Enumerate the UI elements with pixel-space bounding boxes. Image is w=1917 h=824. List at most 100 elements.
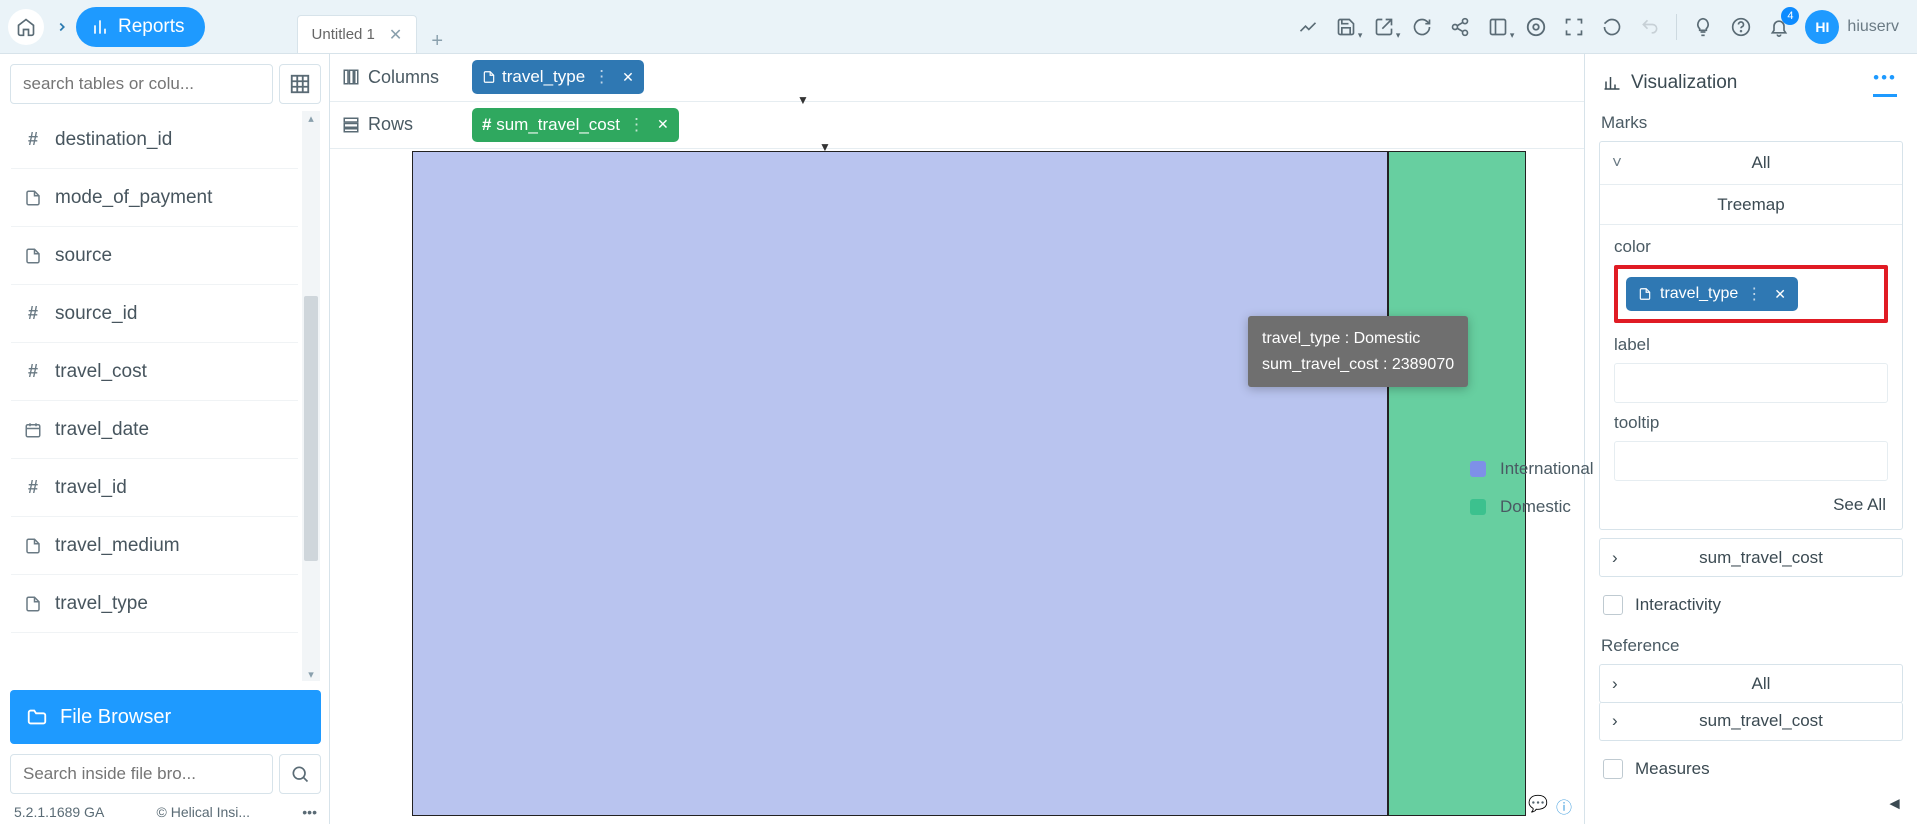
help-button[interactable] (1723, 9, 1759, 45)
line-chart-icon (1298, 17, 1318, 37)
chart-tooltip: travel_type : Domestic sum_travel_cost :… (1248, 316, 1468, 387)
save-button[interactable]: ▾ (1328, 9, 1364, 45)
color-mark-highlight: travel_type ⋮ ✕ (1614, 265, 1888, 323)
footer-more-icon[interactable]: ••• (302, 804, 317, 820)
doc-icon (23, 537, 55, 555)
undo-icon (1640, 17, 1660, 37)
scroll-thumb[interactable] (304, 296, 318, 561)
search-fields-input[interactable] (10, 64, 273, 104)
breadcrumb-separator[interactable] (48, 9, 76, 45)
idea-button[interactable] (1685, 9, 1721, 45)
columns-pill-remove-icon[interactable]: ✕ (622, 69, 634, 86)
share-button[interactable] (1442, 9, 1478, 45)
swatch-domestic (1470, 499, 1486, 515)
lightbulb-icon (1693, 17, 1713, 37)
field-item-source_id[interactable]: #source_id (11, 285, 298, 343)
tab-untitled[interactable]: Untitled 1 ✕ (297, 15, 418, 53)
comment-icon[interactable]: 💬 (1528, 794, 1548, 818)
columns-shelf[interactable]: Columns travel_type ⋮ ✕ ▼ (330, 54, 1584, 102)
doc-icon (23, 595, 55, 613)
hash-icon: # (482, 115, 491, 135)
scroll-up-icon[interactable]: ▴ (304, 111, 318, 125)
breadcrumb-reports[interactable]: Reports (76, 7, 205, 47)
field-label: travel_id (55, 477, 127, 499)
marks-all-label: All (1632, 153, 1890, 173)
undo-button[interactable] (1632, 9, 1668, 45)
search-icon (290, 764, 310, 784)
reference-sum-row[interactable]: › sum_travel_cost (1599, 702, 1903, 741)
person-icon[interactable]: ⓘ (1556, 794, 1572, 818)
table-toggle-button[interactable] (279, 64, 321, 104)
version-label: 5.2.1.1689 GA (14, 804, 104, 820)
chevron-right-icon: › (1612, 711, 1632, 731)
marks-box: ˅ All Treemap color travel_type ⋮ ✕ (1599, 141, 1903, 530)
tab-close-icon[interactable]: ✕ (389, 25, 402, 45)
chevron-right-icon: › (1612, 548, 1632, 568)
copyright-label: © Helical Insi... (157, 804, 251, 820)
measures-row[interactable]: Measures (1599, 749, 1903, 788)
export-button[interactable]: ▾ (1366, 9, 1402, 45)
interactivity-row[interactable]: Interactivity (1599, 585, 1903, 624)
measures-checkbox[interactable] (1603, 759, 1623, 779)
interactivity-checkbox[interactable] (1603, 595, 1623, 615)
marks-treemap-row[interactable]: Treemap (1600, 184, 1902, 224)
measures-label: Measures (1635, 759, 1710, 779)
toolbar: ▾ ▾ ▾ 4 HI hiuserv (1290, 9, 1917, 45)
legend-item-international[interactable]: International (1470, 459, 1594, 479)
chart-canvas[interactable]: travel_type : Domestic sum_travel_cost :… (330, 149, 1584, 824)
chart-type-button[interactable] (1290, 9, 1326, 45)
tab-add-button[interactable]: + (421, 30, 453, 53)
home-button[interactable] (8, 9, 44, 45)
file-browser-search-button[interactable] (279, 754, 321, 794)
refresh-button[interactable] (1404, 9, 1440, 45)
field-item-destination_id[interactable]: #destination_id (11, 111, 298, 169)
legend-item-domestic[interactable]: Domestic (1470, 497, 1594, 517)
share-icon (1450, 17, 1470, 37)
color-pill-remove-icon[interactable]: ✕ (1774, 286, 1786, 303)
field-list: #destination_idmode_of_paymentsource #sou… (10, 110, 321, 682)
label-mark-slot[interactable] (1614, 363, 1888, 403)
rows-pill-sum-travel-cost[interactable]: # sum_travel_cost ⋮ ✕ (472, 108, 679, 142)
columns-shelf-label: Columns (368, 67, 439, 88)
columns-pill-travel-type[interactable]: travel_type ⋮ ✕ (472, 60, 644, 94)
sum-travel-cost-row[interactable]: › sum_travel_cost (1599, 538, 1903, 577)
treemap-chart[interactable]: travel_type : Domestic sum_travel_cost :… (412, 151, 1526, 816)
columns-pill-label: travel_type (502, 67, 585, 87)
viz-more-button[interactable]: ••• (1873, 68, 1897, 97)
field-item-travel_date[interactable]: travel_date (11, 401, 298, 459)
field-item-travel_medium[interactable]: travel_medium (11, 517, 298, 575)
marks-header: Marks (1601, 113, 1903, 133)
reference-all-row[interactable]: › All (1599, 664, 1903, 703)
notifications-button[interactable]: 4 (1761, 9, 1797, 45)
rows-pill-remove-icon[interactable]: ✕ (657, 116, 669, 133)
field-item-travel_id[interactable]: #travel_id (11, 459, 298, 517)
chevron-right-icon: › (1612, 674, 1632, 694)
see-all-link[interactable]: See All (1614, 491, 1888, 519)
field-item-mode_of_payment[interactable]: mode_of_payment (11, 169, 298, 227)
file-browser-search-input[interactable] (10, 754, 273, 794)
cache-button[interactable] (1518, 9, 1554, 45)
interactivity-label: Interactivity (1635, 595, 1721, 615)
reference-all-label: All (1632, 674, 1890, 694)
fullscreen-button[interactable] (1556, 9, 1592, 45)
field-item-source[interactable]: source (11, 227, 298, 285)
tooltip-mark-slot[interactable] (1614, 441, 1888, 481)
field-item-travel_cost[interactable]: #travel_cost (11, 343, 298, 401)
file-browser-button[interactable]: File Browser (10, 690, 321, 744)
color-pill-travel-type[interactable]: travel_type ⋮ ✕ (1626, 277, 1798, 311)
scroll-down-icon[interactable]: ▾ (304, 667, 318, 681)
reference-header: Reference (1601, 636, 1903, 656)
field-item-travel_type[interactable]: travel_type (11, 575, 298, 633)
right-panel-caret-icon[interactable]: ◄ (1886, 794, 1903, 814)
reset-icon (1602, 17, 1622, 37)
field-label: travel_type (55, 593, 148, 615)
marks-all-row[interactable]: ˅ All (1600, 142, 1902, 184)
field-label: source (55, 245, 112, 267)
layout-button[interactable]: ▾ (1480, 9, 1516, 45)
treemap-rect-international[interactable] (412, 151, 1388, 816)
field-list-scrollbar[interactable]: ▴ ▾ (302, 111, 320, 681)
viz-icon (1603, 74, 1621, 92)
rows-shelf[interactable]: Rows # sum_travel_cost ⋮ ✕ ▼ (330, 102, 1584, 150)
user-menu[interactable]: HI hiuserv (1805, 10, 1899, 44)
reset-button[interactable] (1594, 9, 1630, 45)
